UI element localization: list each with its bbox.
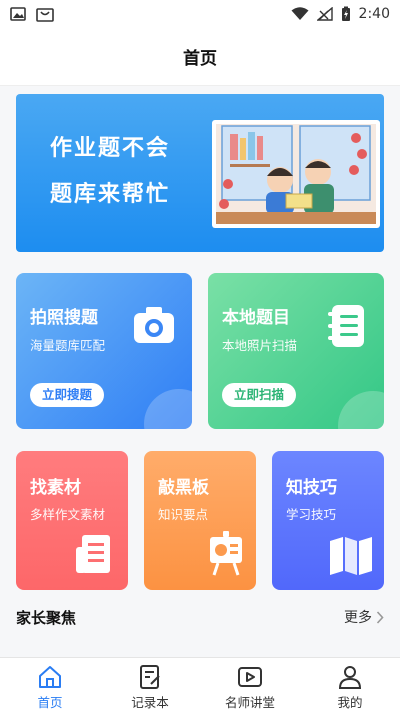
skills-title: 知技巧	[286, 478, 337, 498]
status-bar: 2:40	[0, 0, 400, 28]
tab-notebook-label: 记录本	[131, 695, 169, 710]
tab-home[interactable]: 首页	[0, 658, 100, 711]
tab-profile-label: 我的	[337, 695, 363, 710]
bottom-tab-bar: 首页 记录本 名师讲堂 我的	[0, 657, 400, 711]
local-scan-button[interactable]: 立即扫描	[222, 383, 297, 407]
decor-bubble	[144, 389, 192, 429]
knock-board-card[interactable]: 敲黑板 知识要点	[144, 451, 256, 590]
banner-line-2: 题库来帮忙	[50, 182, 171, 207]
page-title: 首页	[183, 49, 217, 69]
skills-card[interactable]: 知技巧 学习技巧	[272, 451, 384, 590]
presentation-board-icon	[210, 531, 242, 576]
battery-icon	[341, 6, 350, 21]
local-questions-subtitle: 本地照片扫描	[222, 338, 298, 353]
tab-home-label: 首页	[37, 695, 63, 710]
tab-profile[interactable]: 我的	[300, 658, 400, 711]
tab-lectures-label: 名师讲堂	[224, 695, 275, 710]
bag-icon	[36, 8, 54, 22]
knock-board-subtitle: 知识要点	[158, 507, 209, 522]
notebook-icon	[140, 665, 160, 689]
decor-bubble	[338, 391, 384, 429]
banner-illustration	[212, 120, 380, 228]
signal-icon	[316, 7, 333, 21]
parents-focus-section: 家长聚焦 更多	[16, 604, 384, 630]
user-icon	[338, 666, 362, 689]
local-questions-title: 本地题目	[222, 308, 290, 328]
knock-board-title: 敲黑板	[158, 478, 209, 498]
find-material-subtitle: 多样作文素材	[30, 507, 106, 522]
chevron-right-icon	[376, 610, 384, 624]
photo-search-button[interactable]: 立即搜题	[30, 383, 105, 407]
promo-banner[interactable]: 作业题不会 题库来帮忙	[16, 94, 384, 252]
photo-search-subtitle: 海量题库匹配	[30, 338, 106, 353]
document-icon	[76, 535, 110, 573]
wifi-icon	[291, 7, 309, 20]
map-icon	[330, 537, 372, 575]
study-illustration	[216, 124, 376, 224]
more-link[interactable]: 更多	[344, 607, 384, 627]
notes-list-icon	[328, 305, 364, 347]
find-material-title: 找素材	[30, 478, 81, 498]
photo-search-title: 拍照搜题	[30, 308, 98, 328]
tab-lectures[interactable]: 名师讲堂	[200, 658, 300, 711]
home-icon	[39, 666, 61, 688]
page-header: 首页	[0, 28, 400, 86]
video-play-icon	[238, 667, 262, 687]
skills-subtitle: 学习技巧	[286, 507, 337, 522]
more-label: 更多	[344, 610, 372, 626]
camera-icon	[134, 307, 174, 343]
local-questions-card[interactable]: 本地题目 本地照片扫描 立即扫描	[208, 273, 384, 429]
photo-search-card[interactable]: 拍照搜题 海量题库匹配 立即搜题	[16, 273, 192, 429]
find-material-card[interactable]: 找素材 多样作文素材	[16, 451, 128, 590]
gallery-icon	[10, 7, 26, 21]
status-time: 2:40	[358, 6, 390, 22]
banner-line-1: 作业题不会	[50, 136, 171, 161]
tab-notebook[interactable]: 记录本	[100, 658, 200, 711]
parents-focus-title: 家长聚焦	[16, 608, 77, 627]
